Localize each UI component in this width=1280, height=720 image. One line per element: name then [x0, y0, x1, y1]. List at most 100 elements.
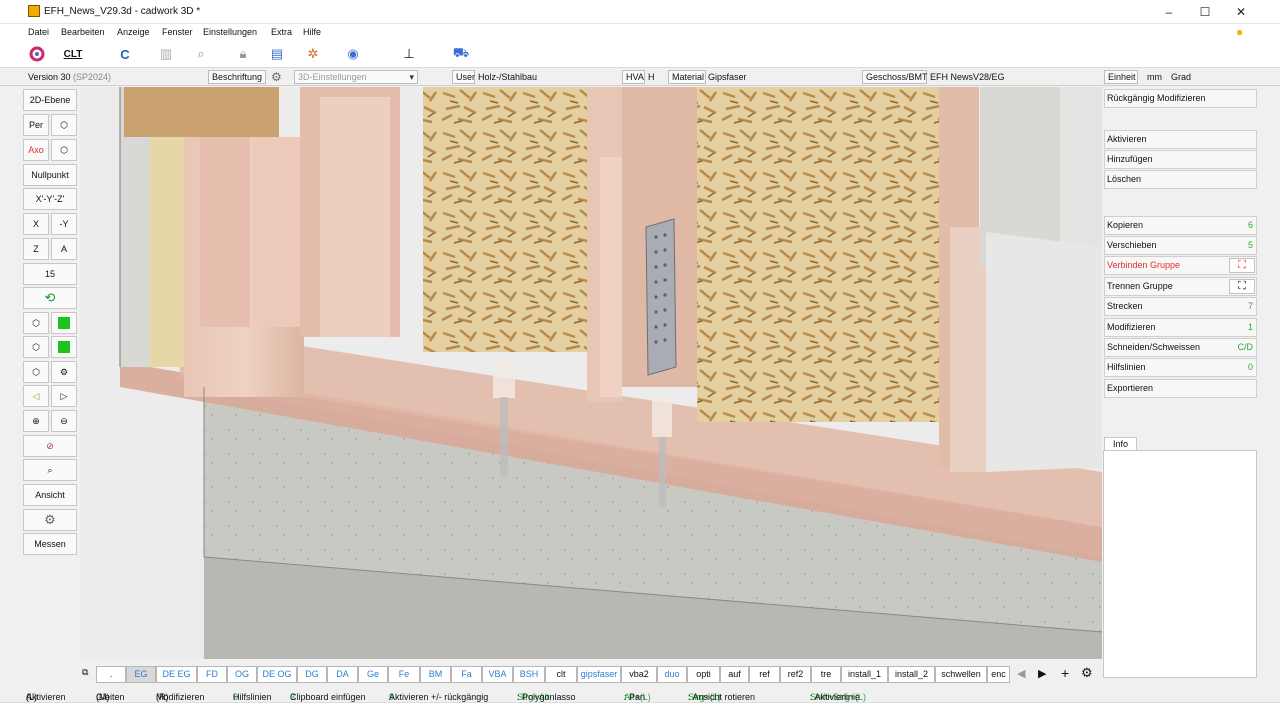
- undo-modify-button[interactable]: Rückgängig Modifizieren: [1104, 89, 1257, 108]
- rotate-view-icon[interactable]: ⟲: [23, 287, 77, 309]
- python-icon[interactable]: ◉: [342, 43, 364, 65]
- trennen-gruppe-button[interactable]: Trennen Gruppe ⛶: [1104, 277, 1257, 296]
- nullpunkt-button[interactable]: Nullpunkt: [23, 164, 77, 186]
- user-button[interactable]: User: [452, 70, 475, 84]
- geschoss-button[interactable]: Geschoss/BMT: [862, 70, 928, 84]
- clt-tool-icon[interactable]: CLT: [62, 43, 84, 65]
- tab-de-og[interactable]: DE OG: [257, 666, 297, 683]
- lock-icon[interactable]: 🔒︎: [232, 43, 254, 65]
- tab-install-2[interactable]: install_2: [888, 666, 935, 683]
- tab-schwellen[interactable]: schwellen: [935, 666, 987, 683]
- tab-tre[interactable]: tre: [811, 666, 841, 683]
- tab-fe[interactable]: Fe: [388, 666, 420, 683]
- tab-enc[interactable]: enc: [987, 666, 1010, 683]
- export-icon[interactable]: ▤: [266, 43, 288, 65]
- tab-clt[interactable]: clt: [545, 666, 577, 683]
- crane-icon[interactable]: ⊥: [398, 43, 420, 65]
- c-tool-icon[interactable]: C: [114, 43, 136, 65]
- cadwork-logo-icon[interactable]: [26, 43, 48, 65]
- columns-icon[interactable]: ▥: [155, 43, 177, 65]
- tab-duo[interactable]: duo: [657, 666, 687, 683]
- modifizieren-button[interactable]: Modifizieren 1: [1104, 318, 1257, 337]
- green-cube-2-icon[interactable]: [51, 336, 77, 358]
- previous-light-icon[interactable]: ◁: [23, 385, 49, 407]
- cube-settings-icon[interactable]: ⬡: [23, 361, 49, 383]
- gear-icon[interactable]: ⚙: [271, 70, 282, 84]
- tab-gipsfaser[interactable]: gipsfaser: [577, 666, 621, 683]
- restore-icon[interactable]: ⧉: [82, 667, 88, 678]
- cube-outline-icon[interactable]: ⬡: [23, 336, 49, 358]
- minus-y-button[interactable]: -Y: [51, 213, 77, 235]
- cube-wire-icon[interactable]: ⬡: [23, 312, 49, 334]
- tab-og[interactable]: OG: [227, 666, 257, 683]
- menu-hilfe[interactable]: Hilfe: [303, 27, 321, 37]
- tab-fd[interactable]: FD: [197, 666, 227, 683]
- truck-icon[interactable]: ⛟: [450, 43, 472, 65]
- tab-dot[interactable]: .: [96, 666, 126, 683]
- ansicht-button[interactable]: Ansicht: [23, 484, 77, 506]
- einheit-button[interactable]: Einheit: [1104, 70, 1138, 84]
- hilfslinien-button[interactable]: Hilfslinien 0: [1104, 358, 1257, 377]
- menu-datei[interactable]: Datei: [28, 27, 49, 37]
- loeschen-button[interactable]: Löschen: [1104, 170, 1257, 189]
- tab-settings-icon[interactable]: ⚙: [1081, 665, 1093, 681]
- beschriftung-button[interactable]: Beschriftung: [208, 70, 266, 84]
- a-button[interactable]: A: [51, 238, 77, 260]
- tab-bm[interactable]: BM: [420, 666, 451, 683]
- kopieren-button[interactable]: Kopieren 6: [1104, 216, 1257, 235]
- xyz-button[interactable]: X'-Y'-Z': [23, 188, 77, 210]
- maximize-icon[interactable]: ☐: [1192, 4, 1218, 20]
- scroll-right-icon[interactable]: ▶: [1038, 667, 1046, 680]
- tab-dg[interactable]: DG: [297, 666, 327, 683]
- perspective-cube-icon[interactable]: ⬡: [51, 114, 77, 136]
- next-view-icon[interactable]: ▷: [51, 385, 77, 407]
- strecken-button[interactable]: Strecken 7: [1104, 297, 1257, 316]
- settings-3d-dropdown[interactable]: 3D-Einstellungen ▾: [294, 70, 418, 84]
- add-tab-icon[interactable]: +: [1061, 665, 1069, 681]
- zoom-window-icon[interactable]: ⌕: [23, 459, 77, 481]
- magnifier-icon[interactable]: ⌕: [190, 43, 212, 65]
- hva-button[interactable]: HVA: [622, 70, 645, 84]
- exportieren-button[interactable]: Exportieren: [1104, 379, 1257, 398]
- menu-anzeige[interactable]: Anzeige: [117, 27, 150, 37]
- gears-icon[interactable]: ⚙: [51, 361, 77, 383]
- scroll-left-icon[interactable]: ◀: [1017, 667, 1025, 680]
- info-tab[interactable]: Info: [1104, 437, 1137, 451]
- axo-button[interactable]: Axo: [23, 139, 49, 161]
- ebene-2d-button[interactable]: 2D-Ebene: [23, 89, 77, 111]
- zoom-cancel-icon[interactable]: ⊘: [23, 435, 77, 457]
- minimize-icon[interactable]: –: [1156, 4, 1182, 20]
- 3d-viewport[interactable]: [80, 87, 1102, 659]
- messen-button[interactable]: Messen: [23, 533, 77, 555]
- hammer-icon[interactable]: ✲: [302, 43, 324, 65]
- aktivieren-button[interactable]: Aktivieren: [1104, 130, 1257, 149]
- angle-15-button[interactable]: 15: [23, 263, 77, 285]
- menu-einstellungen[interactable]: Einstellungen: [203, 27, 257, 37]
- tab-install-1[interactable]: install_1: [841, 666, 888, 683]
- schneiden-schweissen-button[interactable]: Schneiden/Schweissen C/D: [1104, 338, 1257, 357]
- notification-bell-icon[interactable]: ●: [1236, 25, 1243, 39]
- tab-opti[interactable]: opti: [687, 666, 720, 683]
- gear-view-icon[interactable]: ⚙: [23, 509, 77, 531]
- green-cube-icon[interactable]: [51, 312, 77, 334]
- perspective-button[interactable]: Per: [23, 114, 49, 136]
- tab-vba2[interactable]: vba2: [621, 666, 657, 683]
- tab-fa[interactable]: Fa: [451, 666, 482, 683]
- tab-ref[interactable]: ref: [749, 666, 780, 683]
- tab-bsh[interactable]: BSH: [513, 666, 545, 683]
- menu-bearbeiten[interactable]: Bearbeiten: [61, 27, 105, 37]
- tab-de-eg[interactable]: DE EG: [156, 666, 197, 683]
- x-button[interactable]: X: [23, 213, 49, 235]
- tab-eg[interactable]: EG: [126, 666, 156, 683]
- tab-ref2[interactable]: ref2: [780, 666, 811, 683]
- axo-cube-icon[interactable]: ⬡: [51, 139, 77, 161]
- verbinden-gruppe-button[interactable]: Verbinden Gruppe ⛶: [1104, 256, 1257, 275]
- tab-auf[interactable]: auf: [720, 666, 749, 683]
- hinzufuegen-button[interactable]: Hinzufügen: [1104, 150, 1257, 169]
- close-icon[interactable]: ✕: [1228, 4, 1254, 20]
- menu-fenster[interactable]: Fenster: [162, 27, 193, 37]
- verschieben-button[interactable]: Verschieben 5: [1104, 236, 1257, 255]
- tab-vba[interactable]: VBA: [482, 666, 513, 683]
- menu-extra[interactable]: Extra: [271, 27, 292, 37]
- tab-ge[interactable]: Ge: [358, 666, 388, 683]
